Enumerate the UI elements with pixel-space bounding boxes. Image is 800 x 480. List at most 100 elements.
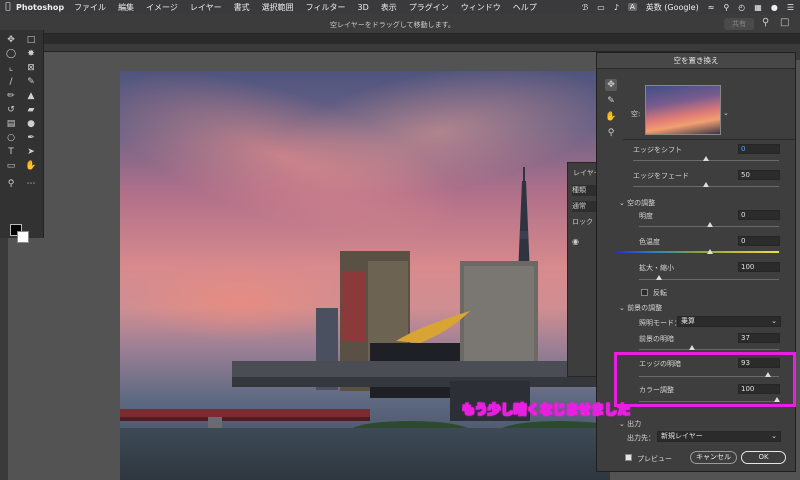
search-icon[interactable]: ⚲	[762, 17, 769, 28]
path-select-icon[interactable]: ➤	[24, 146, 38, 158]
temperature-slider[interactable]	[707, 249, 713, 254]
notification-icon[interactable]: ☰	[787, 3, 794, 12]
workspace-icon[interactable]: □	[780, 17, 789, 28]
history-brush-icon[interactable]: ↺	[4, 104, 18, 116]
eyedropper-icon[interactable]: ∕	[4, 76, 18, 88]
status-area: ℬ ▭ ♪ A 英数 (Google) ≈ ⚲ ◴ ▦ ● ☰	[582, 0, 794, 14]
menu-filter[interactable]: フィルター	[306, 2, 346, 13]
document-tab-strip	[0, 34, 800, 44]
output-to-select[interactable]: 新規レイヤー ⌄	[657, 431, 781, 442]
document-canvas[interactable]	[120, 71, 610, 480]
control-center-icon[interactable]: ▦	[754, 3, 762, 12]
app-menu[interactable]: Photoshop	[16, 3, 64, 12]
sky-label: 空:	[631, 110, 641, 118]
fade-edge-slider[interactable]	[703, 182, 709, 187]
healing-brush-icon[interactable]: ✎	[24, 76, 38, 88]
menu-window[interactable]: ウィンドウ	[461, 2, 501, 13]
blur-tool-icon[interactable]: ●	[24, 118, 38, 130]
zoom-tool-icon[interactable]: ⚲	[4, 178, 18, 190]
foreground-lighting-input[interactable]: 37	[738, 333, 780, 343]
foreground-lighting-slider[interactable]	[689, 345, 695, 350]
chevron-down-icon: ⌄	[771, 317, 777, 325]
brush-tool-icon[interactable]: ✏	[4, 90, 18, 102]
preview-checkbox[interactable]	[625, 454, 632, 461]
chevron-down-icon: ⌄	[771, 432, 777, 440]
temperature-track	[615, 251, 779, 253]
foreground-lighting-track	[639, 349, 779, 350]
brightness-slider[interactable]	[707, 222, 713, 227]
brightness-input[interactable]: 0	[738, 210, 780, 220]
city-skyline	[120, 167, 610, 447]
flip-label: 反転	[653, 289, 667, 297]
spotlight-icon[interactable]: ⚲	[723, 3, 729, 12]
lasso-tool-icon[interactable]: ◯	[4, 48, 18, 60]
sky-dropdown-icon[interactable]: ⌄	[723, 109, 729, 117]
dodge-tool-icon[interactable]: ○	[4, 132, 18, 144]
shift-edge-slider[interactable]	[703, 156, 709, 161]
hand-tool-icon[interactable]: ✋	[605, 111, 617, 123]
flip-checkbox[interactable]	[641, 289, 648, 296]
type-tool-icon[interactable]: T	[4, 146, 18, 158]
sky-move-tool-icon[interactable]: ✥	[605, 79, 617, 91]
sky-adjust-label: 空の調整	[627, 199, 656, 207]
ime-badge[interactable]: A	[627, 3, 637, 11]
ok-button[interactable]: OK	[741, 451, 786, 464]
background-color-swatch[interactable]	[17, 231, 29, 243]
cancel-button[interactable]: キャンセル	[690, 451, 737, 464]
temperature-input[interactable]: 0	[738, 236, 780, 246]
hand-tool-icon[interactable]: ✋	[24, 160, 38, 172]
crop-tool-icon[interactable]: ⌞	[4, 62, 18, 74]
shift-edge-label: エッジをシフト	[633, 146, 682, 154]
toolbar: ✥ □ ◯ ✸ ⌞ ⊠ ∕ ✎ ✏ ▲ ↺ ▰ ▤ ● ○ ✒ T ➤ ▭ ✋ …	[0, 30, 44, 243]
layers-lock-label: ロック	[572, 218, 593, 226]
shift-edge-input[interactable]: 0	[738, 144, 780, 154]
menu-edit[interactable]: 編集	[118, 2, 134, 13]
eye-icon[interactable]: ◉	[572, 237, 579, 246]
gradient-tool-icon[interactable]: ▤	[4, 118, 18, 130]
frame-tool-icon[interactable]: ⊠	[24, 62, 38, 74]
shape-tool-icon[interactable]: ▭	[4, 160, 18, 172]
foreground-section[interactable]: ⌄ 前景の調整	[619, 303, 662, 313]
sky-brush-tool-icon[interactable]: ✎	[605, 95, 617, 107]
more-tools-icon[interactable]: ⋯	[24, 178, 38, 190]
share-button[interactable]: 共有	[724, 18, 754, 30]
menu-select[interactable]: 選択範囲	[262, 2, 294, 13]
sound-icon[interactable]: ♪	[614, 3, 619, 12]
move-tool-icon[interactable]: ✥	[4, 34, 18, 46]
pen-tool-icon[interactable]: ✒	[24, 132, 38, 144]
zoom-tool-icon[interactable]: ⚲	[605, 127, 617, 139]
sky-preset-thumbnail[interactable]	[645, 85, 721, 135]
apple-icon[interactable]: 	[0, 2, 16, 12]
preview-label: プレビュー	[637, 455, 672, 463]
output-to-value: 新規レイヤー	[661, 432, 703, 440]
fade-edge-input[interactable]: 50	[738, 170, 780, 180]
menu-file[interactable]: ファイル	[74, 2, 106, 13]
river	[120, 428, 610, 480]
menu-image[interactable]: イメージ	[146, 2, 178, 13]
menu-layer[interactable]: レイヤー	[190, 2, 222, 13]
eraser-tool-icon[interactable]: ▰	[24, 104, 38, 116]
scale-slider[interactable]	[656, 275, 662, 280]
output-section[interactable]: ⌄ 出力	[619, 419, 641, 429]
options-hint: 空レイヤーをドラッグして移動します。	[330, 21, 455, 29]
menu-help[interactable]: ヘルプ	[513, 2, 537, 13]
wifi-icon[interactable]: ≈	[708, 3, 715, 12]
sky-adjust-section[interactable]: ⌄ 空の調整	[619, 198, 655, 208]
annotation-text: もう少し暗くなじませました	[462, 403, 631, 419]
menu-type[interactable]: 書式	[234, 2, 250, 13]
options-bar: 空レイヤーをドラッグして移動します。 共有 ⚲ □	[0, 14, 800, 34]
scale-input[interactable]: 100	[738, 262, 780, 272]
marquee-tool-icon[interactable]: □	[24, 34, 38, 46]
foreground-lighting-label: 前景の明暗	[639, 335, 674, 343]
menu-3d[interactable]: 3D	[358, 3, 369, 12]
stamp-tool-icon[interactable]: ▲	[24, 90, 38, 102]
clock-icon[interactable]: ◴	[738, 3, 745, 12]
bluetooth-icon[interactable]: ℬ	[582, 3, 588, 12]
siri-icon[interactable]: ●	[771, 3, 778, 12]
menu-plugins[interactable]: プラグイン	[409, 2, 449, 13]
battery-icon[interactable]: ▭	[597, 3, 605, 12]
menu-view[interactable]: 表示	[381, 2, 397, 13]
magic-wand-icon[interactable]: ✸	[24, 48, 38, 60]
lighting-mode-select[interactable]: 乗算 ⌄	[677, 316, 781, 327]
input-source-label[interactable]: 英数 (Google)	[646, 2, 699, 13]
